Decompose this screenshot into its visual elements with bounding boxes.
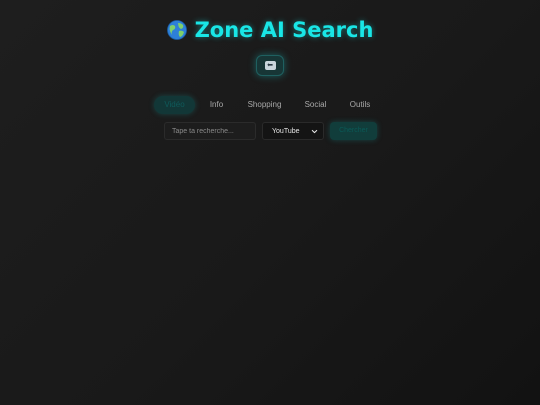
page-title: Zone AI Search [0,14,540,46]
search-button[interactable]: Chercher [330,122,377,140]
app-title: Zone AI Search [194,18,374,42]
tab-social[interactable]: Social [298,96,333,114]
search-bar: YouTube Chercher [0,122,540,140]
tab-info[interactable]: Info [202,96,231,114]
engine-select[interactable]: YouTube [262,122,324,140]
category-tabs: Vidéo Info Shopping Social Outils [0,96,540,114]
search-input[interactable] [164,122,256,140]
tab-shopping[interactable]: Shopping [243,96,286,114]
back-button[interactable]: ⬅ [256,55,284,76]
globe-icon [166,20,187,40]
tab-video[interactable]: Vidéo [154,96,195,114]
back-arrow-icon: ⬅ [264,61,276,70]
chevron-down-icon [311,129,318,133]
tab-outils[interactable]: Outils [342,96,378,114]
engine-select-value: YouTube [272,127,300,135]
